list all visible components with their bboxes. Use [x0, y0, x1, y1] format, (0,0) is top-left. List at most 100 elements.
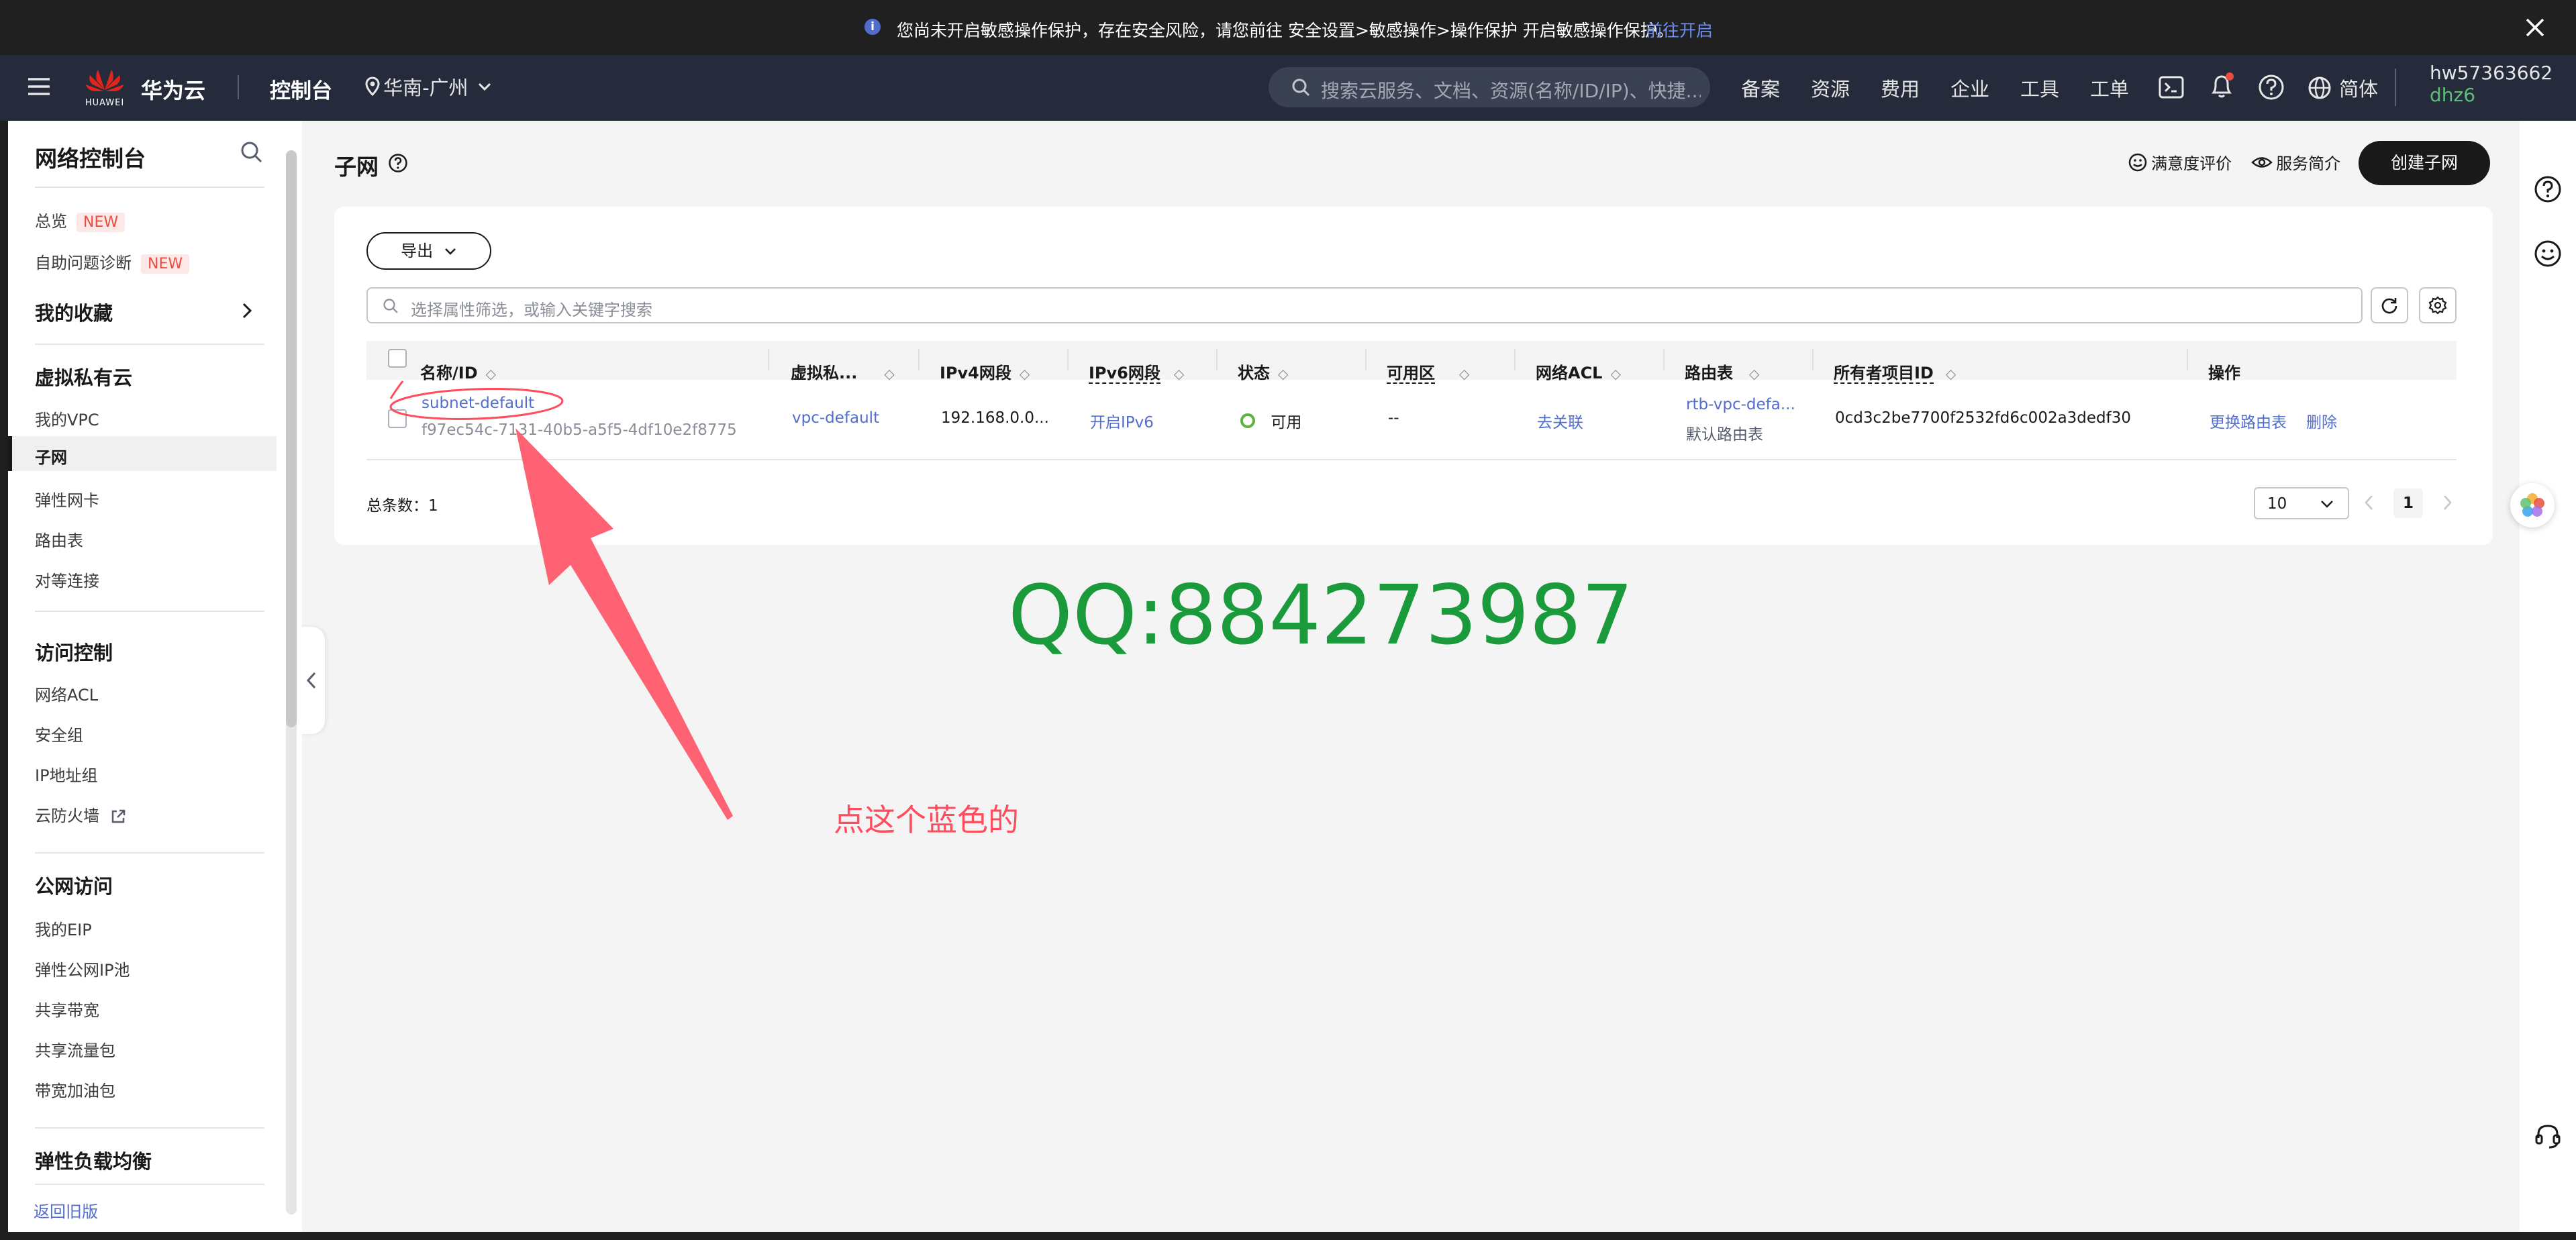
language-selector[interactable]: 简体 — [2308, 74, 2378, 102]
vpc-link[interactable]: vpc-default — [792, 409, 879, 427]
col-divider — [1514, 349, 1516, 370]
sidebar-item-eip-pool[interactable]: 弹性公网IP池 — [35, 957, 130, 980]
sidebar-item-ip-group[interactable]: IP地址组 — [35, 762, 98, 786]
sidebar-search-icon[interactable] — [240, 141, 263, 164]
chevron-down-icon — [2321, 501, 2333, 508]
nav-divider — [2395, 68, 2396, 106]
prev-page-icon[interactable] — [2364, 494, 2375, 511]
global-search[interactable]: 搜索云服务、文档、资源(名称/ID/IP)、快捷... — [1269, 67, 1710, 107]
help-icon[interactable] — [388, 153, 408, 173]
col-divider — [2187, 349, 2188, 370]
notice-link[interactable]: 前往开启 — [1646, 17, 1713, 42]
row-checkbox[interactable] — [388, 409, 407, 428]
refresh-icon — [2381, 298, 2397, 314]
headset-icon[interactable] — [2533, 1121, 2563, 1150]
sidebar-item-acl[interactable]: 网络ACL — [35, 682, 98, 705]
close-icon[interactable] — [2525, 17, 2545, 38]
huawei-logo[interactable]: HUAWEI — [83, 66, 126, 109]
col-divider — [1216, 349, 1218, 370]
sidebar-item-shared-data[interactable]: 共享流量包 — [35, 1037, 115, 1061]
subuser: dhz6 — [2430, 84, 2476, 106]
back-to-old-version-link[interactable]: 返回旧版 — [34, 1198, 98, 1222]
sidebar-item-overview[interactable]: 总览 NEW — [35, 208, 126, 232]
sidebar-item-shared-bandwidth[interactable]: 共享带宽 — [35, 997, 99, 1021]
brand-name[interactable]: 华为云 — [141, 74, 205, 105]
sidebar-section-public: 公网访问 — [35, 875, 113, 898]
chevron-down-icon — [478, 83, 491, 91]
sidebar-favorites[interactable]: 我的收藏 — [35, 298, 113, 326]
service-intro-label: 服务简介 — [2276, 154, 2341, 173]
sidebar-divider — [35, 852, 264, 854]
sidebar-item-my-vpc[interactable]: 我的VPC — [35, 407, 99, 430]
location-pin-icon — [365, 76, 380, 97]
nav-link-filing[interactable]: 备案 — [1741, 74, 1780, 102]
sidebar-item-eni[interactable]: 弹性网卡 — [35, 487, 99, 511]
nav-link-enterprise[interactable]: 企业 — [1950, 74, 1989, 102]
select-all-checkbox[interactable] — [388, 349, 407, 368]
active-indicator — [8, 436, 12, 471]
flower-icon — [2520, 493, 2544, 517]
change-route-table-link[interactable]: 更换路由表 — [2210, 409, 2287, 432]
create-subnet-button[interactable]: 创建子网 — [2359, 141, 2490, 185]
globe-icon — [2308, 76, 2331, 99]
total-value: 1 — [428, 497, 438, 515]
sidebar-item-label: 子网 — [35, 448, 67, 467]
sidebar-item-security-group[interactable]: 安全组 — [35, 722, 83, 745]
table-row — [366, 380, 2457, 460]
nav-link-resources[interactable]: 资源 — [1811, 74, 1850, 102]
ai-assistant-button[interactable] — [2510, 483, 2555, 527]
status-text: 可用 — [1271, 414, 1302, 431]
sidebar-section-vpc: 虚拟私有云 — [35, 366, 133, 389]
sidebar-title: 网络控制台 — [35, 146, 146, 172]
sidebar-item-bandwidth-addon[interactable]: 带宽加油包 — [35, 1078, 115, 1101]
enable-ipv6-link[interactable]: 开启IPv6 — [1090, 409, 1154, 432]
right-utility-bar — [2510, 121, 2576, 1232]
col-divider — [1812, 349, 1814, 370]
page-size-value: 10 — [2267, 495, 2287, 513]
sidebar-section-access: 访问控制 — [35, 641, 113, 664]
sidebar-scrollbar[interactable] — [286, 150, 297, 1215]
info-icon: i — [864, 19, 881, 35]
help-icon[interactable] — [2258, 74, 2285, 101]
sidebar-item-route-table[interactable]: 路由表 — [35, 527, 83, 551]
console-link[interactable]: 控制台 — [270, 74, 332, 104]
owner-project-id: 0cd3c2be7700f2532fd6c002a3dedf30 — [1835, 409, 2132, 427]
export-button[interactable]: 导出 — [366, 232, 491, 270]
nav-link-billing[interactable]: 费用 — [1881, 74, 1920, 102]
notification-button[interactable] — [2210, 72, 2236, 102]
sidebar-scrollbar-thumb[interactable] — [286, 150, 297, 727]
sidebar-item-label: 自助问题诊断 — [35, 254, 132, 272]
nav-link-tickets[interactable]: 工单 — [2090, 74, 2129, 102]
sidebar-item-diagnosis[interactable]: 自助问题诊断 NEW — [35, 250, 190, 274]
menu-icon[interactable] — [27, 76, 51, 97]
sidebar-collapse-handle[interactable] — [298, 627, 325, 734]
user-menu[interactable]: hw57363662 dhz6 — [2430, 62, 2553, 106]
col-divider — [918, 349, 920, 370]
settings-button[interactable] — [2419, 287, 2457, 323]
sidebar-item-eip[interactable]: 我的EIP — [35, 917, 92, 940]
satisfaction-button[interactable]: 满意度评价 — [2128, 150, 2232, 174]
acl-associate-link[interactable]: 去关联 — [1537, 409, 1583, 432]
filter-search-input[interactable]: 选择属性筛选，或输入关键字搜索 — [366, 287, 2363, 323]
status-ok-icon — [1240, 413, 1255, 428]
delete-link[interactable]: 删除 — [2306, 409, 2337, 432]
cloud-shell-icon[interactable] — [2159, 75, 2184, 99]
status-cell: 可用 — [1240, 409, 1301, 432]
route-table-link[interactable]: rtb-vpc-defa... — [1686, 396, 1795, 413]
refresh-button[interactable] — [2371, 287, 2408, 323]
sidebar-item-cloud-firewall[interactable]: 云防火墙 — [35, 803, 126, 826]
sidebar-item-subnet[interactable]: 子网 — [8, 436, 277, 471]
chevron-down-icon — [444, 248, 456, 255]
nav-link-tools[interactable]: 工具 — [2020, 74, 2059, 102]
page-size-select[interactable]: 10 — [2254, 487, 2349, 519]
chevron-right-icon[interactable] — [240, 302, 254, 319]
sidebar-divider — [35, 1184, 264, 1185]
page-number-current[interactable]: 1 — [2393, 488, 2423, 518]
region-selector[interactable]: 华南-广州 — [365, 72, 492, 99]
subnet-name-link[interactable]: subnet-default — [422, 395, 534, 412]
sidebar-item-peering[interactable]: 对等连接 — [35, 568, 99, 591]
service-intro-button[interactable]: 服务简介 — [2251, 150, 2340, 174]
help-icon[interactable] — [2533, 174, 2563, 204]
next-page-icon[interactable] — [2442, 494, 2453, 511]
feedback-smile-icon[interactable] — [2533, 239, 2563, 268]
